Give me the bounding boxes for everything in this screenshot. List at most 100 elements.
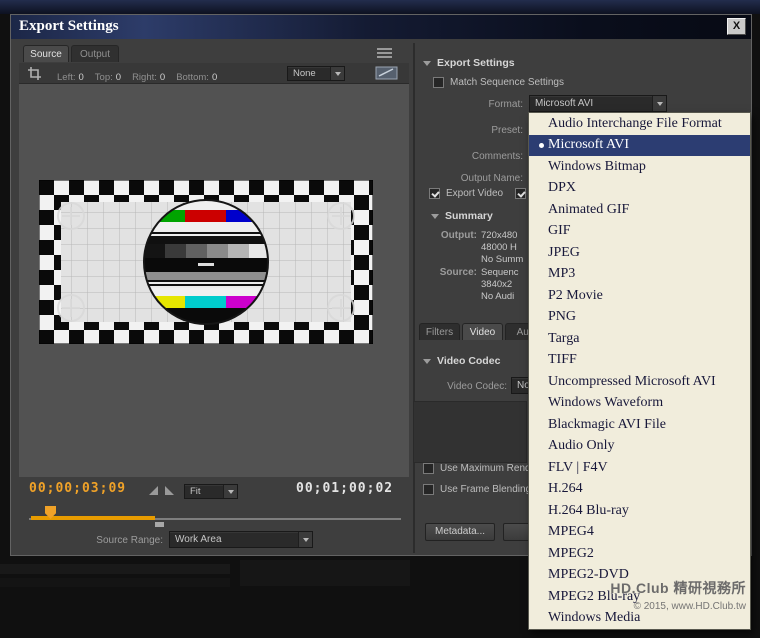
format-option[interactable]: TIFF <box>529 350 750 372</box>
format-option[interactable]: Windows Waveform <box>529 393 750 415</box>
format-option-label: Audio Only <box>548 438 615 454</box>
source-range-select[interactable]: Work Area <box>169 531 313 548</box>
format-option[interactable]: MPEG4 <box>529 522 750 544</box>
format-option-label: PNG <box>548 309 576 325</box>
summary-title: Summary <box>445 210 493 222</box>
crop-ratio-value: None <box>293 68 316 79</box>
format-option[interactable]: GIF <box>529 221 750 243</box>
summary-source-line: 3840x2 <box>481 279 512 290</box>
format-select[interactable]: Microsoft AVI <box>529 95 667 112</box>
format-option-label: Windows Waveform <box>548 395 663 411</box>
summary-source-label: Source: <box>399 267 477 278</box>
use-frame-blending-row[interactable]: Use Frame Blending <box>423 484 531 495</box>
match-sequence-row[interactable]: Match Sequence Settings <box>433 77 564 88</box>
panel-divider <box>413 43 415 553</box>
format-option-label: Microsoft AVI <box>548 137 629 153</box>
panel-menu-icon[interactable] <box>377 48 392 59</box>
app-top-strip <box>0 0 760 14</box>
format-option-label: Windows Media <box>548 610 640 626</box>
duration-timecode: 00;01;00;02 <box>296 481 393 496</box>
tab-output[interactable]: Output <box>71 45 119 62</box>
format-option[interactable]: Audio Only <box>529 436 750 458</box>
format-option[interactable]: H.264 Blu-ray <box>529 500 750 522</box>
format-option-label: Animated GIF <box>548 202 629 218</box>
chevron-down-icon <box>298 532 312 547</box>
source-range-value: Work Area <box>175 534 222 545</box>
twirl-down-icon <box>423 61 431 66</box>
summary-output-line: 48000 H <box>481 242 517 253</box>
codec-settings-box <box>413 401 527 463</box>
format-option[interactable]: Windows Bitmap <box>529 156 750 178</box>
format-option[interactable]: FLV | F4V <box>529 457 750 479</box>
timeline-track-strip <box>0 578 230 587</box>
format-option[interactable]: PNG <box>529 307 750 329</box>
crop-left-value[interactable]: 0 <box>79 72 84 83</box>
tab-source[interactable]: Source <box>23 45 69 62</box>
export-audio-checkbox[interactable] <box>515 188 526 199</box>
format-option[interactable]: Blackmagic AVI File <box>529 414 750 436</box>
use-max-render-row[interactable]: Use Maximum Render <box>423 463 539 474</box>
format-option[interactable]: MPEG2 <box>529 543 750 565</box>
crop-bottom-value[interactable]: 0 <box>212 72 217 83</box>
format-option-label: FLV | F4V <box>548 460 608 476</box>
metadata-button[interactable]: Metadata... <box>425 523 495 541</box>
video-codec-title: Video Codec <box>437 355 500 367</box>
summary-header[interactable]: Summary <box>431 210 493 222</box>
tab-video[interactable]: Video <box>462 323 503 340</box>
format-option-label: Blackmagic AVI File <box>548 417 666 433</box>
use-frame-blending-checkbox[interactable] <box>423 484 434 495</box>
timeline-track-strip <box>0 564 230 574</box>
dialog-title: Export Settings <box>19 18 119 35</box>
format-label: Format: <box>399 99 523 110</box>
video-codec-header[interactable]: Video Codec <box>423 355 500 367</box>
crop-icon[interactable] <box>27 66 42 81</box>
format-option[interactable]: MP3 <box>529 264 750 286</box>
close-button[interactable]: X <box>727 18 746 35</box>
out-point-icon[interactable] <box>165 486 174 495</box>
selected-bullet-icon <box>534 143 548 148</box>
watermark-line1: HD.Club 精研視務所 <box>610 578 746 598</box>
format-value: Microsoft AVI <box>535 98 593 109</box>
crop-right-label: Right: <box>132 72 157 83</box>
timeline-track-strip <box>240 560 410 586</box>
crop-ratio-select[interactable]: None <box>287 66 345 81</box>
format-option-label: Uncompressed Microsoft AVI <box>548 374 716 390</box>
format-option[interactable]: DPX <box>529 178 750 200</box>
summary-output-line: No Summ <box>481 254 523 265</box>
format-option[interactable]: Animated GIF <box>529 199 750 221</box>
format-option[interactable]: Microsoft AVI <box>529 135 750 157</box>
watermark-line2: © 2015, www.HD.Club.tw <box>610 601 746 612</box>
export-settings-title: Export Settings <box>437 57 515 69</box>
match-sequence-checkbox[interactable] <box>433 77 444 88</box>
twirl-down-icon <box>423 359 431 364</box>
format-option[interactable]: H.264 <box>529 479 750 501</box>
format-option-label: TIFF <box>548 352 577 368</box>
use-max-render-checkbox[interactable] <box>423 463 434 474</box>
crop-top-value[interactable]: 0 <box>116 72 121 83</box>
monitor-icon[interactable] <box>375 66 399 81</box>
preview-viewport[interactable] <box>19 84 409 477</box>
format-option[interactable]: Audio Interchange File Format <box>529 113 750 135</box>
zoom-level-select[interactable]: Fit <box>184 484 238 499</box>
in-point-icon[interactable] <box>149 486 158 495</box>
summary-output-label: Output: <box>399 230 477 241</box>
use-max-render-label: Use Maximum Render <box>440 463 539 474</box>
current-timecode[interactable]: 00;00;03;09 <box>29 481 126 496</box>
format-option-label: P2 Movie <box>548 288 603 304</box>
format-option[interactable]: Uncompressed Microsoft AVI <box>529 371 750 393</box>
export-video-row[interactable]: Export Video <box>429 188 503 199</box>
format-option[interactable]: P2 Movie <box>529 285 750 307</box>
export-settings-header[interactable]: Export Settings <box>423 57 515 69</box>
format-option[interactable]: JPEG <box>529 242 750 264</box>
crop-right-value[interactable]: 0 <box>160 72 165 83</box>
tab-filters[interactable]: Filters <box>419 323 460 340</box>
dialog-titlebar[interactable]: Export Settings X <box>11 15 751 39</box>
work-area-end-handle[interactable] <box>155 522 164 527</box>
format-option[interactable]: Targa <box>529 328 750 350</box>
twirl-down-icon <box>431 214 439 219</box>
export-video-checkbox[interactable] <box>429 188 440 199</box>
chevron-down-icon <box>330 67 344 80</box>
format-option-label: H.264 <box>548 481 583 497</box>
format-option-label: Windows Bitmap <box>548 159 646 175</box>
format-option-label: Audio Interchange File Format <box>548 116 722 132</box>
